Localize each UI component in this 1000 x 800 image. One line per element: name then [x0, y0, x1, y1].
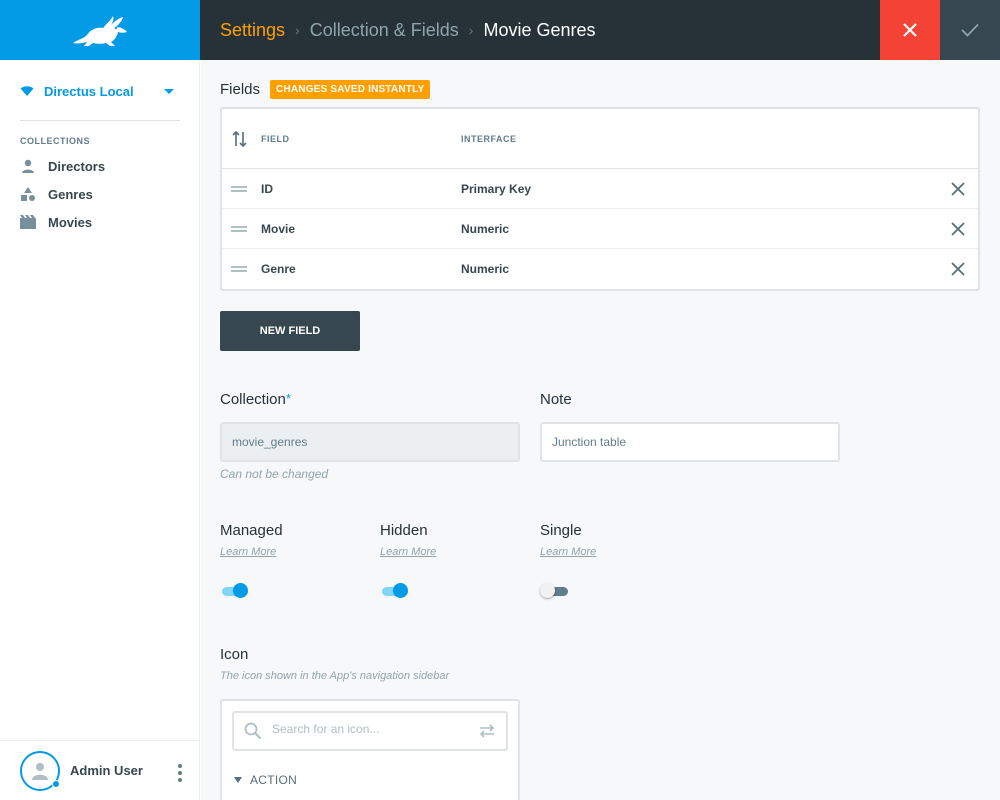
collection-label: Collection*: [220, 391, 291, 408]
movie-icon: [20, 214, 36, 230]
drag-handle-icon[interactable]: [231, 266, 247, 274]
header-bar: Settings › Collection & Fields › Movie G…: [200, 0, 1000, 60]
project-name: Directus Local: [44, 83, 134, 99]
icon-group-label: ACTION: [250, 773, 298, 787]
managed-label: Managed: [220, 522, 283, 539]
chevron-right-icon: ›: [468, 22, 474, 38]
search-icon: [244, 722, 262, 745]
collection-helper: Can not be changed: [220, 467, 329, 481]
new-field-button[interactable]: NEW FIELD: [220, 311, 360, 351]
icon-group-action[interactable]: ACTION: [234, 773, 297, 787]
hidden-toggle[interactable]: [380, 581, 410, 601]
app-logo[interactable]: [0, 0, 200, 60]
sidebar-divider: [20, 120, 180, 121]
close-icon: [903, 23, 917, 37]
collection-label-text: Collection: [220, 391, 286, 408]
column-header-interface[interactable]: INTERFACE: [461, 134, 517, 144]
icon-picker: ACTION: [220, 699, 520, 800]
hidden-label: Hidden: [380, 522, 428, 539]
save-button[interactable]: [940, 0, 1000, 60]
sidebar-item-genres[interactable]: Genres: [20, 184, 180, 204]
single-learn-more-link[interactable]: Learn More: [540, 546, 596, 558]
icon-label: Icon: [220, 646, 249, 663]
required-marker: *: [285, 391, 291, 406]
single-label: Single: [540, 522, 582, 539]
delete-field-icon[interactable]: [950, 181, 966, 202]
breadcrumb: Settings › Collection & Fields › Movie G…: [220, 20, 596, 41]
check-icon: [961, 23, 979, 37]
managed-toggle[interactable]: [220, 581, 250, 601]
drag-handle-icon[interactable]: [231, 186, 247, 194]
collection-name-input[interactable]: [220, 422, 520, 462]
sidebar-item-directors[interactable]: Directors: [20, 156, 180, 176]
sort-icon[interactable]: [232, 130, 248, 153]
sidebar: Directus Local COLLECTIONS Directors Gen…: [0, 0, 200, 800]
sidebar-item-label: Genres: [48, 186, 93, 202]
close-button[interactable]: [880, 0, 940, 60]
fields-title: Fields: [220, 81, 261, 98]
delete-field-icon[interactable]: [950, 261, 966, 282]
breadcrumb-collections[interactable]: Collection & Fields: [310, 20, 459, 41]
sidebar-item-label: Movies: [48, 214, 93, 230]
shapes-icon: [20, 186, 36, 202]
drag-handle-icon[interactable]: [231, 226, 247, 234]
fields-heading: Fields CHANGES SAVED INSTANTLY: [220, 80, 431, 99]
swap-icon[interactable]: [478, 723, 496, 744]
table-header: FIELD INTERFACE: [222, 109, 978, 169]
chevron-down-icon: [164, 88, 174, 94]
field-name: ID: [261, 182, 273, 196]
wifi-icon: [20, 86, 34, 96]
project-switcher[interactable]: Directus Local: [20, 80, 180, 102]
field-interface: Primary Key: [461, 182, 532, 196]
caret-down-icon: [234, 777, 242, 783]
avatar[interactable]: [20, 750, 60, 791]
status-badge: CHANGES SAVED INSTANTLY: [270, 80, 431, 99]
fields-table: FIELD INTERFACE ID Primary Key Movie Num…: [220, 107, 980, 291]
delete-field-icon[interactable]: [950, 221, 966, 242]
online-status-dot: [52, 779, 60, 788]
breadcrumb-settings[interactable]: Settings: [220, 20, 285, 41]
note-input[interactable]: [540, 422, 840, 462]
icon-search-input[interactable]: [272, 722, 462, 736]
table-row[interactable]: Movie Numeric: [222, 209, 978, 249]
table-row[interactable]: ID Primary Key: [222, 169, 978, 209]
user-name: Admin User: [70, 763, 143, 778]
person-icon: [20, 158, 36, 174]
sidebar-item-movies[interactable]: Movies: [20, 212, 180, 232]
collections-heading: COLLECTIONS: [20, 136, 90, 146]
icon-search-box: [232, 711, 508, 751]
main-content: Fields CHANGES SAVED INSTANTLY FIELD INT…: [201, 60, 1000, 800]
field-interface: Numeric: [461, 222, 510, 236]
field-name: Movie: [261, 222, 296, 236]
column-header-field[interactable]: FIELD: [261, 134, 290, 144]
page-title: Movie Genres: [483, 19, 596, 40]
icon-helper: The icon shown in the App's navigation s…: [220, 670, 450, 682]
field-name: Genre: [261, 262, 296, 276]
person-icon: [32, 762, 48, 780]
rabbit-logo-icon: [73, 16, 127, 46]
note-label: Note: [540, 391, 572, 408]
more-vert-icon[interactable]: [178, 764, 182, 782]
field-interface: Numeric: [461, 262, 510, 276]
hidden-learn-more-link[interactable]: Learn More: [380, 546, 436, 558]
managed-learn-more-link[interactable]: Learn More: [220, 546, 276, 558]
chevron-right-icon: ›: [295, 22, 300, 38]
sidebar-item-label: Directors: [48, 158, 106, 174]
table-row[interactable]: Genre Numeric: [222, 249, 978, 289]
single-toggle[interactable]: [540, 581, 570, 601]
user-menu[interactable]: Admin User: [0, 740, 200, 800]
